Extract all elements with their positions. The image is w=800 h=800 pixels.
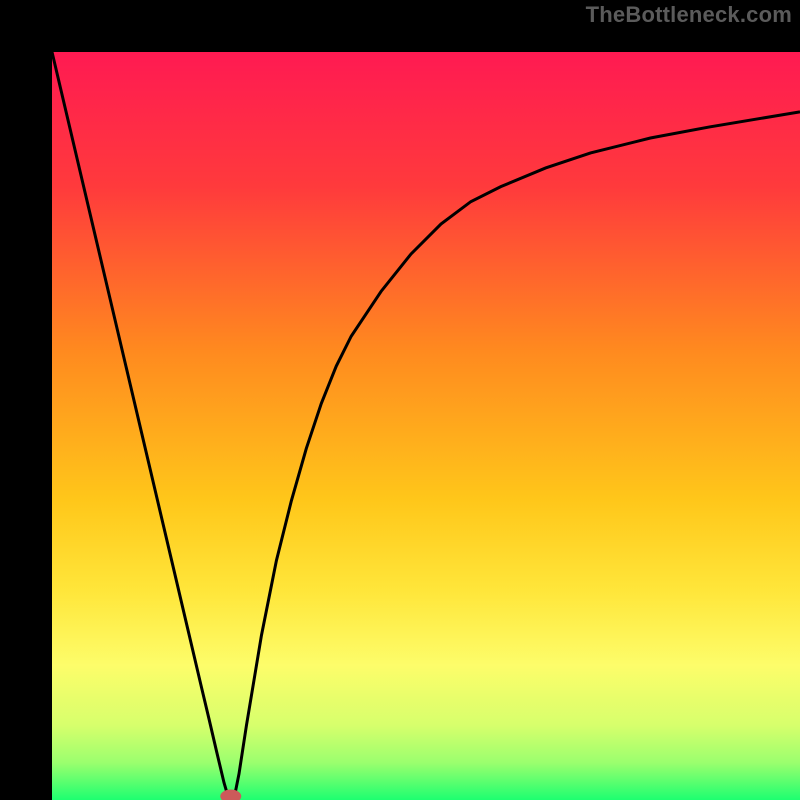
- chart-frame: [0, 0, 800, 800]
- chart-svg: [52, 52, 800, 800]
- watermark-text: TheBottleneck.com: [586, 2, 792, 28]
- gradient-background: [52, 52, 800, 800]
- plot-area: [52, 52, 800, 800]
